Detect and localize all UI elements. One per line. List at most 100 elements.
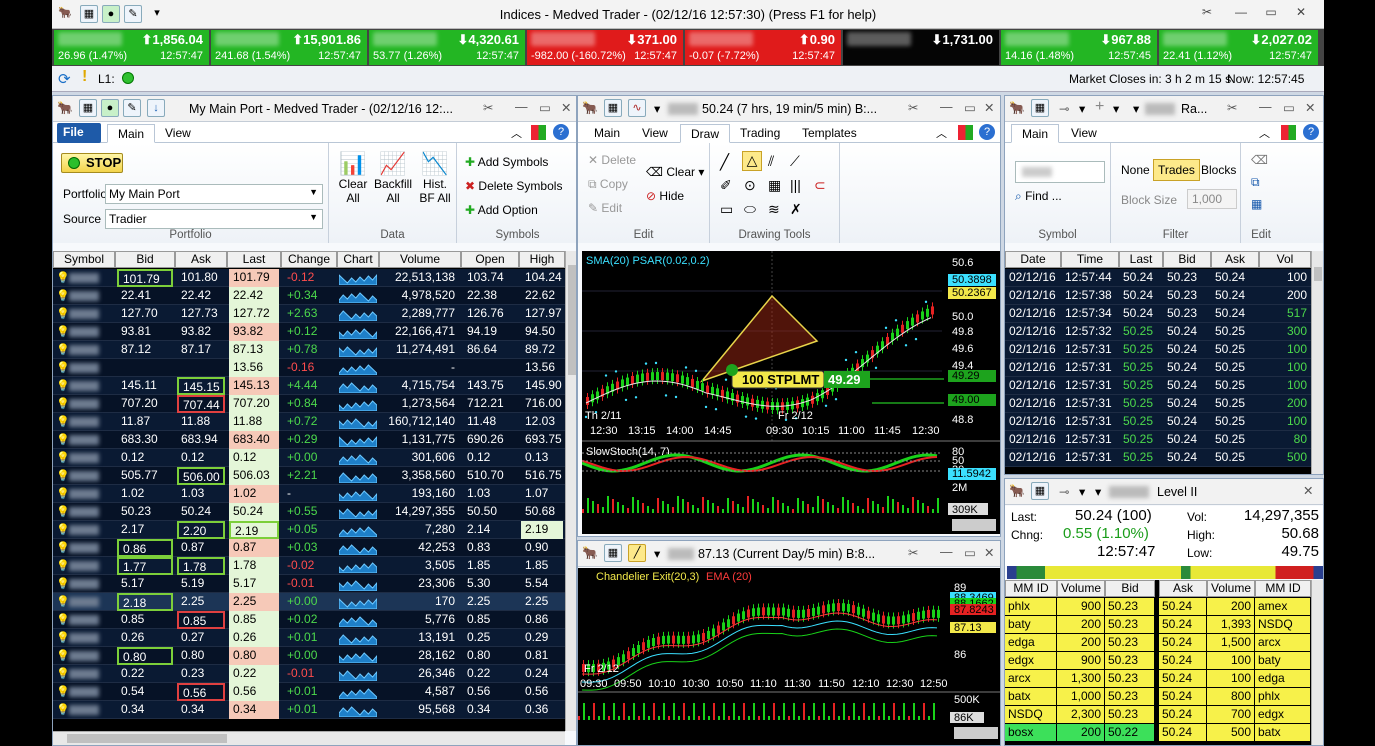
filter-blocks[interactable]: Blocks <box>1201 163 1236 177</box>
table-row[interactable]: 💡 5.17 5.19 5.17 -0.01 23,306 5.30 5.54 <box>53 575 565 593</box>
maximize-button[interactable]: ▭ <box>1262 5 1280 23</box>
table-row[interactable]: 💡 0.54 0.56 0.56 +0.01 4,587 0.56 0.56 <box>53 683 565 701</box>
pin-icon[interactable]: ✂ <box>1227 100 1237 115</box>
level2-header-volume[interactable]: Volume <box>1057 580 1105 597</box>
ticker-3[interactable]: ⬇371.00 -982.00 (-160.72%) 12:57:47 <box>527 30 683 65</box>
table-row[interactable]: 💡 0.26 0.27 0.26 +0.01 13,191 0.25 0.29 <box>53 629 565 647</box>
pin-icon[interactable]: ✂ <box>908 545 918 560</box>
maximize-button[interactable]: ▭ <box>964 100 976 115</box>
layout-icon[interactable]: ▦ <box>79 99 97 117</box>
layout-icon[interactable]: ▦ <box>604 544 622 562</box>
clear-all-button[interactable]: 📊 Clear All <box>335 151 371 221</box>
line-tool-icon[interactable]: ╱ <box>720 153 729 171</box>
table-row[interactable]: 💡 127.70 127.73 127.72 +2.63 2,289,777 126.76 1… <box>53 305 565 323</box>
fib-tool-icon[interactable]: ||| <box>790 177 801 193</box>
chart-scroll[interactable] <box>952 519 996 531</box>
draw-line-icon[interactable]: ╱ <box>628 544 646 562</box>
table-row[interactable]: 💡 101.79 101.80 101.79 -0.12 22,513,138 103.74… <box>53 269 565 287</box>
collapse-ribbon-icon[interactable]: ︿ <box>511 125 522 141</box>
table-row[interactable]: 💡 87.12 87.17 87.13 +0.78 11,274,491 86.64 89.7… <box>53 341 565 359</box>
ticker-4[interactable]: ⬆0.90 -0.07 (-7.72%) 12:57:47 <box>685 30 841 65</box>
menu-dropdown-icon[interactable]: ▾ <box>1079 101 1085 116</box>
ticker-2[interactable]: ⬇4,320.61 53.77 (1.26%) 12:57:47 <box>369 30 525 65</box>
table-row[interactable]: 💡 1.02 1.03 1.02-193,160 1.03 1.07 <box>53 485 565 503</box>
block-size-input[interactable]: 1,000 <box>1187 189 1237 209</box>
layout-icon[interactable]: ▦ <box>604 99 622 117</box>
add-icon[interactable]: + <box>1095 98 1104 116</box>
table-row[interactable]: 💡 0.12 0.12 0.12 +0.00 301,606 0.12 0.13 <box>53 449 565 467</box>
table-row[interactable]: 02/12/16 12:57:34 50.24 50.23 50.24 517 <box>1005 305 1311 323</box>
tab-main[interactable]: Main <box>584 124 630 143</box>
refresh-icon[interactable]: ⟳ <box>58 70 71 88</box>
pin-icon[interactable]: ✂ <box>908 100 918 115</box>
table-row[interactable]: 💡 707.20 707.44 707.20 +0.84 1,273,564 712.21 7… <box>53 395 565 413</box>
add-symbols-button[interactable]: ✚ Add Symbols <box>465 155 548 169</box>
table-row[interactable]: 💡 0.22 0.23 0.22 -0.01 26,346 0.22 0.24 <box>53 665 565 683</box>
level2-header-bid[interactable]: Bid <box>1105 580 1155 597</box>
table-row[interactable]: 💡 93.81 93.82 93.82 +0.12 22,166,471 94.19 94.5… <box>53 323 565 341</box>
tab-view[interactable]: View <box>155 124 201 143</box>
close-button[interactable]: ✕ <box>1305 100 1315 115</box>
level2-header-volume[interactable]: Volume <box>1207 580 1255 597</box>
color-scheme-icon[interactable] <box>1281 125 1296 140</box>
source-select[interactable]: Tradier ▼ <box>105 209 323 229</box>
color-scheme-icon[interactable] <box>958 125 973 140</box>
tab-view[interactable]: View <box>632 124 678 143</box>
tas-header-ask[interactable]: Ask <box>1211 251 1259 268</box>
minimize-button[interactable]: — <box>940 545 953 559</box>
tas-header-bid[interactable]: Bid <box>1163 251 1211 268</box>
ticker-7[interactable]: ⬇2,027.02 22.41 (1.12%) 12:57:47 <box>1159 30 1318 65</box>
scroll-thumb[interactable] <box>1314 267 1322 281</box>
close-button[interactable]: ✕ <box>984 100 994 115</box>
hist-bf-all-button[interactable]: 📉 Hist. BF All <box>415 151 455 221</box>
table-row[interactable]: 02/12/16 12:57:31 50.25 50.24 50.25 100 <box>1005 413 1311 431</box>
grid-header-last[interactable]: Last <box>227 251 281 268</box>
table-row[interactable]: 02/12/16 12:57:31 50.25 50.24 50.25 200 <box>1005 395 1311 413</box>
tab-view[interactable]: View <box>1061 124 1107 143</box>
layout-icon[interactable]: ▦ <box>1031 482 1049 500</box>
delete-button[interactable]: ✕ Delete <box>588 153 636 167</box>
minimize-button[interactable]: — <box>515 100 528 114</box>
indicator-icon[interactable]: ∿ <box>628 99 646 117</box>
portfolio-grid[interactable]: Symbol Bid Ask Last Change Chart Volume Open Hig… <box>53 251 565 731</box>
collapse-ribbon-icon[interactable]: ︿ <box>1259 125 1270 141</box>
level2-header-mm-id[interactable]: MM ID <box>1255 580 1311 597</box>
maximize-button[interactable]: ▭ <box>1283 100 1295 115</box>
close-button[interactable]: ✕ <box>1303 483 1313 498</box>
ticker-6[interactable]: ⬇967.88 14.16 (1.48%) 12:57:45 <box>1001 30 1157 65</box>
layout-icon[interactable]: ▦ <box>1031 99 1049 117</box>
pin-icon[interactable]: ✂ <box>483 100 493 115</box>
table-row[interactable]: 💡 0.80 0.80 0.80 +0.00 28,162 0.80 0.81 <box>53 647 565 665</box>
menu-dropdown-icon[interactable]: ▾ <box>1113 101 1119 116</box>
chart1-area[interactable]: SMA(20) PSAR(0.02,0.2) 100 STPLMT 49.29 50.… <box>581 251 1000 534</box>
chart-scroll[interactable] <box>954 727 998 739</box>
scroll-thumb[interactable] <box>568 265 576 375</box>
cross-tool-icon[interactable]: ✗ <box>790 201 802 218</box>
maximize-button[interactable]: ▭ <box>539 100 551 115</box>
menu-dropdown-icon[interactable]: ▾ <box>654 101 660 116</box>
table-row[interactable]: 💡 1.77 1.78 1.78 -0.02 3,505 1.85 1.85 <box>53 557 565 575</box>
table-row[interactable]: 💡 145.11 145.15 145.13 +4.44 4,715,754 143.75 1… <box>53 377 565 395</box>
filter-none[interactable]: None <box>1121 163 1150 177</box>
find-button[interactable]: ⌕ Find ... <box>1015 189 1062 204</box>
collapse-ribbon-icon[interactable]: ︿ <box>936 125 947 141</box>
ticker-5[interactable]: ⬇1,731.00 <box>843 30 999 65</box>
menu-dropdown-icon[interactable]: ▾ <box>1133 101 1139 116</box>
menu-dropdown-icon[interactable]: ▾ <box>654 546 660 561</box>
level2-header-mm-id[interactable]: MM ID <box>1005 580 1057 597</box>
pencil-tool-icon[interactable]: ✐ <box>720 177 732 194</box>
hide-button[interactable]: ⊘ Hide <box>646 189 684 203</box>
triangle-drawing[interactable] <box>699 294 819 383</box>
grid-header-open[interactable]: Open <box>461 251 519 268</box>
help-icon[interactable]: ? <box>553 124 569 140</box>
help-icon[interactable]: ? <box>1303 124 1319 140</box>
table-row[interactable]: 02/12/16 12:57:31 50.25 50.24 50.25 500 <box>1005 449 1311 467</box>
grid-header-high[interactable]: High <box>519 251 565 268</box>
clear-icon[interactable]: ⌫ <box>1251 153 1268 167</box>
portfolio-select[interactable]: My Main Port ▼ <box>105 184 323 204</box>
table-row[interactable]: 💡 13.56 -0.16 - 13.56 <box>53 359 565 377</box>
table-row[interactable]: 💡 50.23 50.24 50.24 +0.55 14,297,355 50.50 50.6… <box>53 503 565 521</box>
menu-dropdown-icon[interactable]: ▾ <box>1095 484 1101 499</box>
connect-icon[interactable]: ● <box>101 99 119 117</box>
table-row[interactable]: 💡 0.34 0.34 0.34 +0.01 95,568 0.34 0.36 <box>53 701 565 719</box>
